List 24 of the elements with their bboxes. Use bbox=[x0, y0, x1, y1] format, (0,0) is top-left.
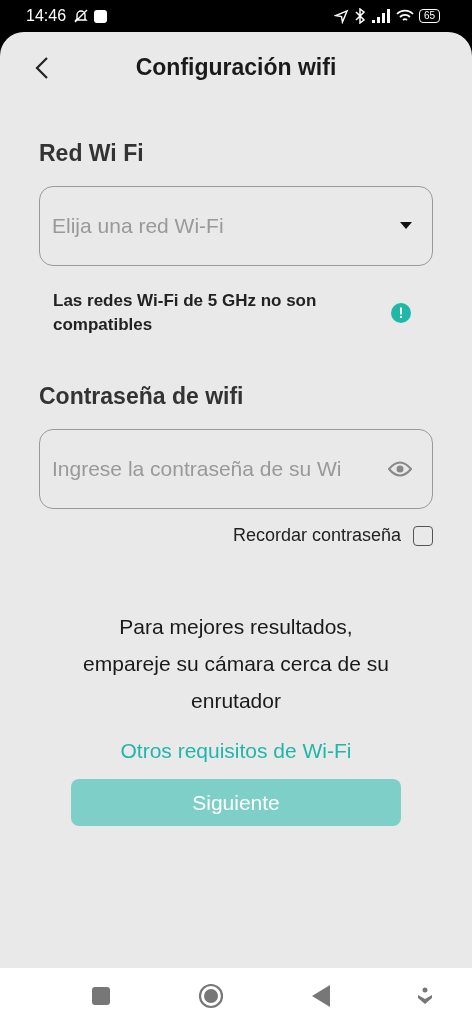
location-icon bbox=[333, 8, 349, 24]
tip-text: Para mejores resultados, empareje su cámara cerca de su enrutador bbox=[82, 614, 390, 714]
page-title: Configuración wifi bbox=[135, 53, 337, 81]
wifi-icon bbox=[395, 9, 414, 23]
notification-icon bbox=[94, 9, 108, 23]
bell-off-icon bbox=[73, 8, 90, 24]
eye-icon[interactable] bbox=[388, 461, 412, 477]
requirements-link[interactable]: Otros requisitos de Wi-Fi bbox=[120, 739, 352, 763]
password-field[interactable]: Ingrese la contraseña de su Wi bbox=[39, 429, 433, 509]
remember-checkbox[interactable] bbox=[413, 525, 433, 546]
back-icon[interactable] bbox=[312, 985, 330, 1007]
section-label: Red Wi Fi bbox=[39, 140, 145, 167]
info-icon[interactable] bbox=[391, 303, 411, 323]
section-label: Contraseña de wifi bbox=[39, 383, 245, 410]
signal-icon bbox=[370, 9, 391, 23]
network-dropdown[interactable]: Elija una red Wi-Fi bbox=[39, 186, 433, 266]
dropdown-icon[interactable] bbox=[418, 987, 432, 1005]
info-note: Las redes Wi-Fi de 5 GHz no son compatibles bbox=[53, 290, 318, 336]
status-time: 14:46 bbox=[26, 7, 67, 25]
home-icon[interactable] bbox=[198, 983, 224, 1009]
remember-label: Recordar contraseña bbox=[232, 525, 401, 546]
battery-level: 65 bbox=[418, 9, 440, 23]
caret-icon bbox=[400, 222, 412, 230]
bluetooth-icon bbox=[353, 8, 366, 24]
